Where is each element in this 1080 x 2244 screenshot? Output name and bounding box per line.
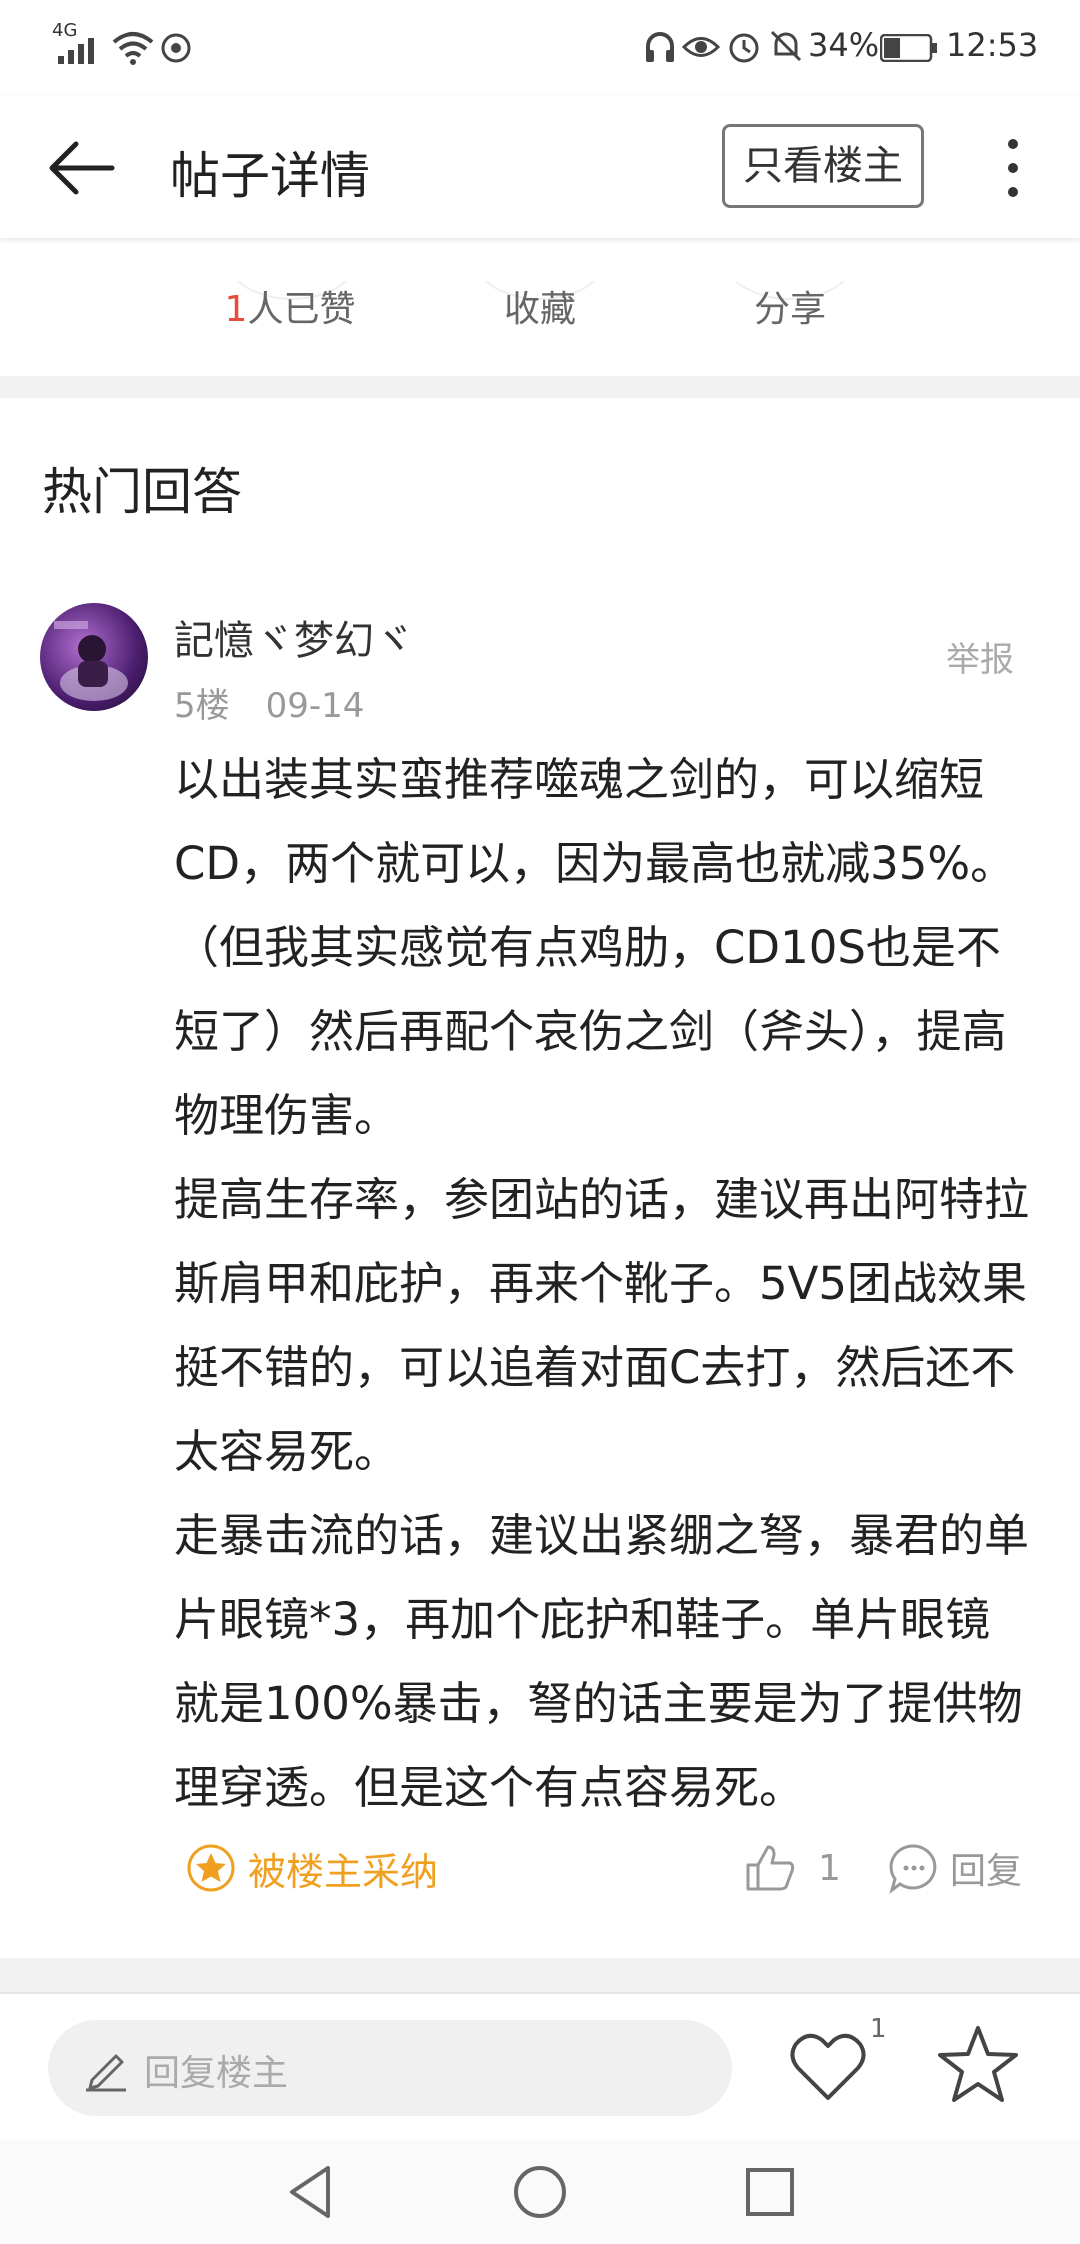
app-header: 帖子详情 只看楼主 bbox=[0, 96, 1080, 238]
signal-icon bbox=[58, 38, 94, 64]
post-date: 09-14 bbox=[265, 686, 365, 726]
pencil-icon bbox=[86, 2054, 126, 2092]
reply-op-input[interactable]: 回复楼主 bbox=[48, 2020, 732, 2116]
favorite-button[interactable]: 收藏 bbox=[420, 280, 660, 332]
comment-icon bbox=[889, 1844, 937, 1894]
avatar-image bbox=[54, 621, 128, 701]
clock: 12:53 bbox=[946, 26, 1039, 64]
system-nav-bar bbox=[0, 2140, 1080, 2244]
answer-paragraph: 提高生存率，参团站的话，建议再出阿特拉斯肩甲和庇护，再来个靴子。5V5团战效果挺… bbox=[174, 1173, 1030, 1478]
adopted-label: 被楼主采纳 bbox=[248, 1849, 439, 1894]
alarm-icon bbox=[729, 33, 759, 63]
answer-paragraph: 走暴击流的话，建议出紧绷之弩，暴君的单片眼镜*3，再加个庇护和鞋子。单片眼镜就是… bbox=[174, 1509, 1030, 1814]
answer-reply-label: 回复 bbox=[950, 1851, 1023, 1892]
adopted-star-icon bbox=[187, 1844, 235, 1892]
answer-like-button[interactable]: 1 bbox=[744, 1838, 841, 1898]
reply-placeholder: 回复楼主 bbox=[144, 2053, 289, 2094]
star-icon[interactable] bbox=[938, 2024, 1018, 2104]
bottom-reply-bar: 回复楼主 1 bbox=[0, 1992, 1080, 2142]
section-title: 热门回答 bbox=[42, 463, 242, 521]
answer-reply-button[interactable]: 回复 bbox=[888, 1838, 1022, 1898]
likes-suffix: 人已赞 bbox=[247, 289, 356, 330]
mute-bell-icon bbox=[770, 30, 802, 62]
only-op-button[interactable]: 只看楼主 bbox=[722, 124, 924, 208]
hot-answers-section: 热门回答 記憶ヾ梦幻ヾ 举报 5楼 09-14 以出装其实蛮推荐噬魂之剑的，可以缩… bbox=[0, 398, 1080, 1958]
nav-home-icon[interactable] bbox=[512, 2162, 568, 2222]
hotspot-icon bbox=[161, 33, 191, 63]
battery-percent: 34% bbox=[808, 26, 880, 64]
divider bbox=[0, 376, 1080, 398]
battery-icon bbox=[880, 34, 937, 62]
post-actions-row: 1人已赞 收藏 分享 bbox=[0, 238, 1080, 376]
nav-back-icon[interactable] bbox=[282, 2162, 338, 2222]
share-button[interactable]: 分享 bbox=[670, 280, 910, 332]
answer-like-count: 1 bbox=[818, 1847, 841, 1889]
page-title: 帖子详情 bbox=[170, 147, 370, 205]
heart-count: 1 bbox=[870, 2014, 887, 2044]
eye-icon bbox=[682, 37, 720, 57]
divider bbox=[0, 1958, 1080, 1992]
report-button[interactable]: 举报 bbox=[946, 632, 1014, 681]
back-arrow-icon[interactable] bbox=[48, 140, 116, 196]
likes-count: 1 bbox=[224, 289, 248, 330]
headphone-icon bbox=[646, 32, 674, 62]
status-bar: 4G 34% 12:53 bbox=[0, 0, 1080, 96]
more-icon[interactable] bbox=[1000, 136, 1026, 200]
thumbs-up-icon bbox=[746, 1845, 795, 1891]
avatar[interactable] bbox=[40, 603, 148, 711]
answer-paragraph: 以出装其实蛮推荐噬魂之剑的，可以缩短CD，两个就可以，因为最高也就减35%。（但… bbox=[174, 753, 1016, 1142]
nav-recents-icon[interactable] bbox=[742, 2162, 798, 2222]
floor-number: 5楼 bbox=[174, 686, 230, 726]
likes-label[interactable]: 1人已赞 bbox=[170, 280, 410, 332]
wifi-icon bbox=[112, 32, 154, 65]
username[interactable]: 記憶ヾ梦幻ヾ bbox=[174, 608, 414, 666]
answer-body: 以出装其实蛮推荐噬魂之剑的，可以缩短CD，两个就可以，因为最高也就减35%。（但… bbox=[174, 738, 1032, 1830]
adopted-badge: 被楼主采纳 bbox=[186, 1838, 438, 1898]
heart-icon[interactable] bbox=[788, 2026, 868, 2106]
floor-meta: 5楼 09-14 bbox=[174, 678, 364, 727]
